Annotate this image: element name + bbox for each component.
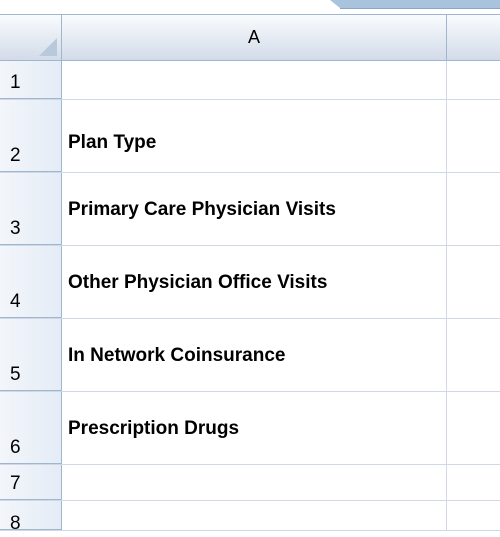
cell-a3[interactable]: Primary Care Physician Visits (62, 173, 447, 245)
row-header[interactable]: 1 (0, 61, 62, 99)
cell-b1[interactable] (447, 61, 500, 99)
table-row: 3 Primary Care Physician Visits (0, 173, 500, 246)
row-header[interactable]: 4 (0, 246, 62, 318)
cell-a7[interactable] (62, 465, 447, 500)
table-row: 8 (0, 501, 500, 534)
cell-b3[interactable] (447, 173, 500, 245)
select-all-button[interactable] (0, 15, 62, 60)
cell-a5[interactable]: In Network Coinsurance (62, 319, 447, 391)
row-header[interactable]: 8 (0, 501, 62, 534)
table-row: 4 Other Physician Office Visits (0, 246, 500, 319)
row-header[interactable]: 3 (0, 173, 62, 245)
column-header-b[interactable] (447, 15, 500, 60)
table-row: 6 Prescription Drugs (0, 392, 500, 465)
cell-b2[interactable] (447, 100, 500, 172)
column-header-a[interactable]: A (62, 15, 447, 60)
select-all-triangle-icon (39, 38, 57, 56)
formula-bar-edge (330, 0, 500, 9)
cell-b8[interactable] (447, 501, 500, 530)
cell-text: In Network Coinsurance (68, 345, 286, 366)
table-row: 2 Plan Type (0, 100, 500, 173)
column-header-row: A (0, 15, 500, 61)
grid-rows: 1 2 Plan Type 3 Primary Care Physician V… (0, 61, 500, 534)
cell-a8[interactable] (62, 501, 447, 530)
cell-b5[interactable] (447, 319, 500, 391)
cell-text: Primary Care Physician Visits (68, 199, 336, 220)
ribbon-edge (0, 0, 500, 15)
table-row: 7 (0, 465, 500, 501)
cell-text: Prescription Drugs (68, 418, 240, 439)
cell-b4[interactable] (447, 246, 500, 318)
cell-text: Plan Type (68, 132, 157, 153)
row-header[interactable]: 2 (0, 100, 62, 172)
cell-b7[interactable] (447, 465, 500, 500)
spreadsheet: A 1 2 Plan Type 3 Primary Care Physician… (0, 0, 500, 537)
cell-text: Other Physician Office Visits (68, 272, 328, 293)
table-row: 5 In Network Coinsurance (0, 319, 500, 392)
row-header[interactable]: 7 (0, 465, 62, 500)
row-header[interactable]: 5 (0, 319, 62, 391)
cell-b6[interactable] (447, 392, 500, 464)
cell-a1[interactable] (62, 61, 447, 99)
cell-a6[interactable]: Prescription Drugs (62, 392, 447, 464)
cell-a2[interactable]: Plan Type (62, 100, 447, 172)
cell-a4[interactable]: Other Physician Office Visits (62, 246, 447, 318)
table-row: 1 (0, 61, 500, 100)
row-header[interactable]: 6 (0, 392, 62, 464)
